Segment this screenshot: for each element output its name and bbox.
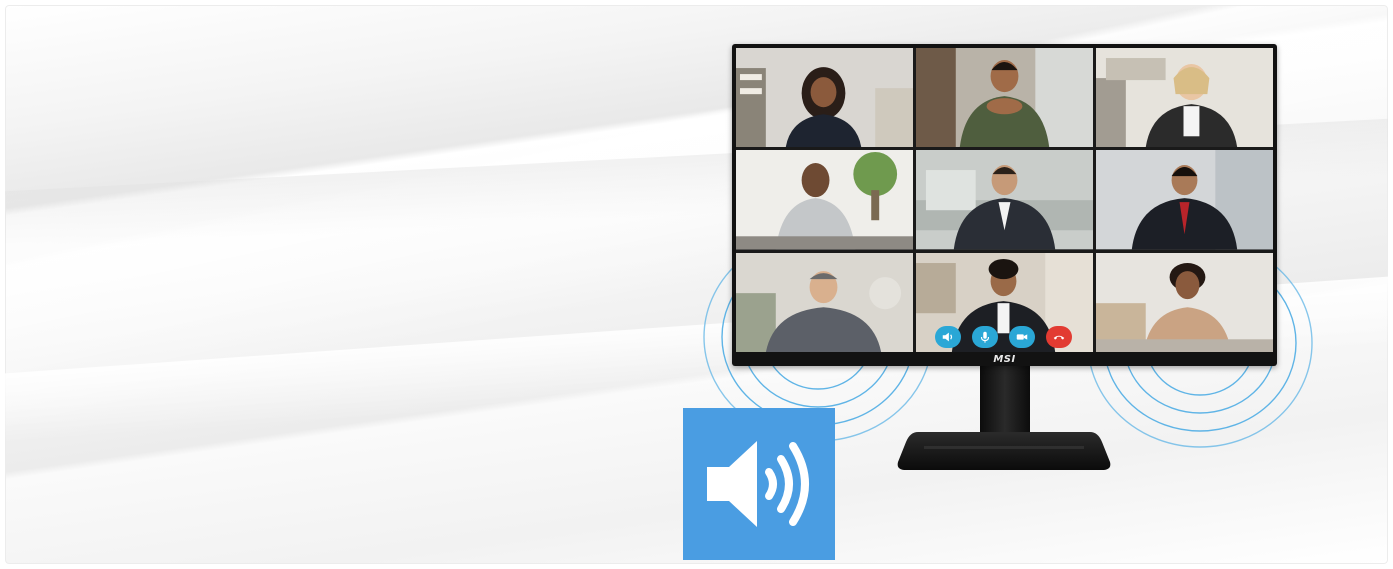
- camera-button[interactable]: [1009, 326, 1035, 348]
- speaker-badge: [683, 408, 835, 560]
- video-camera-icon: [1016, 334, 1028, 340]
- participant-tile: [736, 252, 913, 352]
- speaker-volume-icon: [707, 441, 809, 527]
- participant-tile: [736, 150, 913, 250]
- monitor-stand-neck: [980, 364, 1030, 438]
- call-controls: [935, 326, 1072, 348]
- monitor: MSI: [732, 44, 1277, 366]
- monitor-stand-base: [897, 432, 1111, 470]
- microphone-icon: [980, 331, 990, 343]
- participant-tile: [736, 48, 913, 148]
- participant-tile: [1096, 252, 1273, 352]
- video-call-grid: [736, 48, 1273, 352]
- end-call-button[interactable]: [1046, 326, 1072, 348]
- participant-tile: [1096, 150, 1273, 250]
- microphone-button[interactable]: [972, 326, 998, 348]
- speaker-icon: [942, 332, 953, 342]
- monitor-brand-logo: MSI: [993, 354, 1016, 365]
- participant-tile: [1096, 48, 1273, 148]
- phone-hangup-icon: [1053, 335, 1065, 340]
- speaker-button[interactable]: [935, 326, 961, 348]
- participant-tile: [916, 150, 1093, 250]
- participant-tile: [916, 48, 1093, 148]
